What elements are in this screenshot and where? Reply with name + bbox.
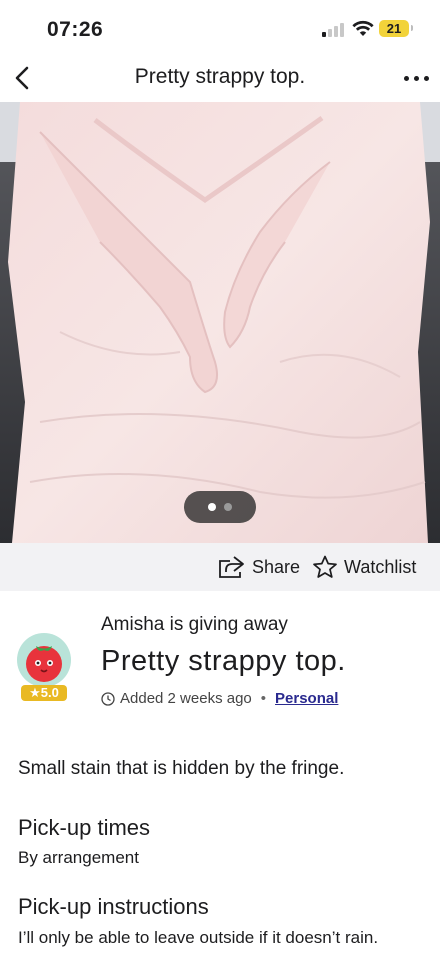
avatar[interactable] [17,633,71,687]
listing-photo[interactable] [0,102,440,543]
pickup-instructions-heading: Pick-up instructions [18,894,209,919]
more-options-icon[interactable] [404,76,430,82]
nav-title: Pretty strappy top. [134,65,306,88]
watchlist-label: Watchlist [344,556,417,577]
listing-description: Small stain that is hidden by the fringe… [18,758,345,779]
status-time: 07:26 [47,18,104,41]
wifi-icon [352,20,374,36]
watchlist-button[interactable]: Watchlist [312,553,416,581]
action-row: Share Watchlist [0,543,440,591]
share-icon [219,556,244,578]
listing-meta: Added 2 weeks ago • Personal [101,690,338,707]
pager-dot [224,503,232,511]
share-label: Share [252,556,301,577]
nav-bar: Pretty strappy top. [0,54,440,102]
image-pager[interactable] [184,491,256,523]
giver-line: Amisha is giving away [101,614,288,635]
garment-image [0,102,440,543]
cellular-signal-icon [322,23,344,37]
star-icon [313,555,337,578]
pickup-times-value: By arrangement [18,848,139,867]
pickup-times-heading: Pick-up times [18,815,151,840]
added-time: Added 2 weeks ago [120,690,252,707]
pager-dot-active [208,503,216,511]
category-link[interactable]: Personal [275,690,338,707]
battery-tip [411,25,413,31]
clock-icon [101,691,115,706]
battery-icon: 21 [379,20,409,37]
listing-title: Pretty strappy top. [101,645,346,677]
rating-badge: ★5.0 [21,685,67,701]
share-button[interactable]: Share [218,553,300,581]
pickup-instructions-value: I’ll only be able to leave outside if it… [18,928,379,947]
separator-dot: • [260,690,267,707]
tomato-avatar-icon [26,646,62,682]
status-bar: 07:26 21 [0,0,440,54]
